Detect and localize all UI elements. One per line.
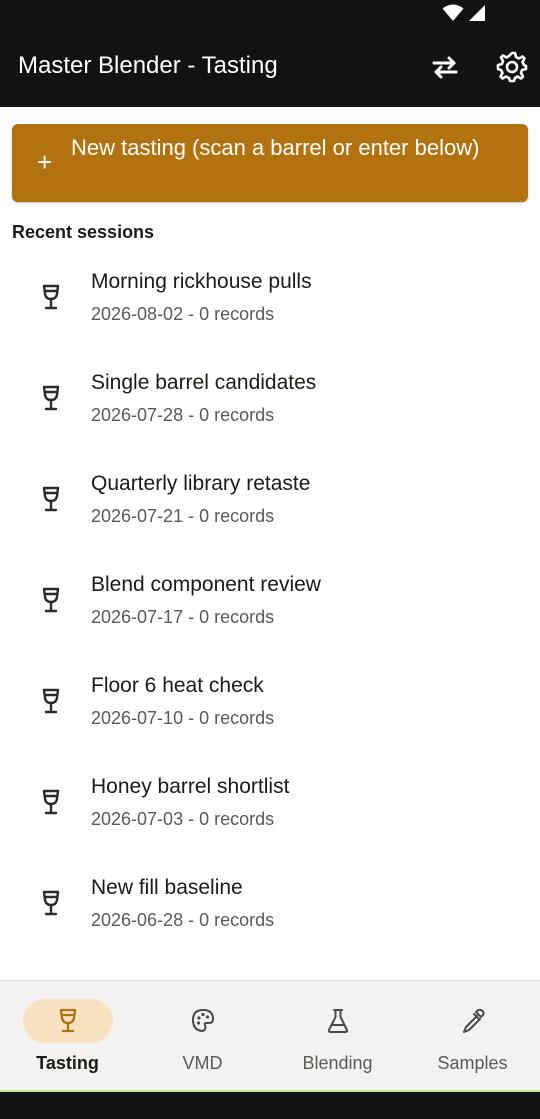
session-item[interactable]: New fill baseline 2026-06-28 - 0 records: [0, 856, 540, 957]
nav-icon-container: [293, 999, 383, 1043]
session-item[interactable]: Morning rickhouse pulls 2026-08-02 - 0 r…: [0, 250, 540, 351]
swap-horizontal-icon: [432, 56, 458, 79]
session-subtitle: 2026-08-02 - 0 records: [91, 304, 275, 324]
session-title: New fill baseline: [91, 876, 243, 899]
flask-icon: [327, 1009, 348, 1033]
session-item[interactable]: Floor 6 heat check 2026-07-10 - 0 record…: [0, 654, 540, 755]
session-title: Quarterly library retaste: [91, 472, 311, 495]
gear-icon: [496, 51, 528, 83]
signal-icon: [469, 5, 485, 21]
new-tasting-label: New tasting (scan a barrel or enter belo…: [71, 135, 480, 160]
nav-icon-container: [158, 999, 248, 1043]
status-bar: [0, 0, 540, 28]
session-subtitle: 2026-06-28 - 0 records: [91, 910, 275, 930]
session-title: Single barrel candidates: [91, 371, 317, 394]
new-tasting-button[interactable]: + New tasting (scan a barrel or enter be…: [12, 124, 528, 202]
plus-icon: +: [37, 147, 53, 177]
session-subtitle: 2026-07-17 - 0 records: [91, 607, 275, 627]
session-title: Morning rickhouse pulls: [91, 270, 312, 293]
wine-glass-icon: [42, 688, 60, 714]
wine-glass-icon: [42, 789, 60, 815]
session-item[interactable]: Blend component review 2026-07-17 - 0 re…: [0, 553, 540, 654]
nav-tasting[interactable]: Tasting: [0, 981, 135, 1091]
session-item[interactable]: [0, 957, 540, 980]
nav-label: VMD: [182, 1053, 223, 1073]
swap-button[interactable]: [428, 50, 462, 84]
nav-icon-container: [428, 999, 518, 1043]
eyedropper-icon: [462, 1008, 485, 1033]
sessions-list[interactable]: Morning rickhouse pulls 2026-08-02 - 0 r…: [0, 250, 540, 980]
app-bar: Master Blender - Tasting: [0, 28, 540, 107]
system-navigation-bar: [0, 1090, 540, 1119]
wine-glass-icon: [42, 587, 60, 613]
wifi-icon: [442, 4, 464, 21]
nav-blending[interactable]: Blending: [270, 981, 405, 1091]
nav-label: Tasting: [36, 1053, 99, 1073]
session-subtitle: 2026-07-28 - 0 records: [91, 405, 275, 425]
wine-glass-icon: [42, 890, 60, 916]
nav-label: Blending: [302, 1053, 373, 1073]
nav-vmd[interactable]: VMD: [135, 981, 270, 1091]
wine-glass-icon: [59, 1008, 76, 1033]
session-title: Honey barrel shortlist: [91, 775, 290, 798]
nav-samples[interactable]: Samples: [405, 981, 540, 1091]
palette-icon: [191, 1009, 214, 1032]
session-item[interactable]: Quarterly library retaste 2026-07-21 - 0…: [0, 452, 540, 553]
nav-label: Samples: [437, 1053, 508, 1073]
session-subtitle: 2026-07-21 - 0 records: [91, 506, 275, 526]
session-item[interactable]: Honey barrel shortlist 2026-07-03 - 0 re…: [0, 755, 540, 856]
wine-glass-icon: [42, 284, 60, 310]
settings-button[interactable]: [495, 50, 529, 84]
section-title: Recent sessions: [12, 222, 155, 242]
session-title: Floor 6 heat check: [91, 674, 264, 697]
session-item[interactable]: Single barrel candidates 2026-07-28 - 0 …: [0, 351, 540, 452]
nav-active-indicator: [22, 999, 113, 1043]
bottom-navigation: Tasting VMD Blending Samples: [0, 980, 540, 1091]
session-subtitle: 2026-07-10 - 0 records: [91, 708, 275, 728]
page-title: Master Blender - Tasting: [18, 52, 278, 79]
status-icons: [442, 4, 486, 22]
wine-glass-icon: [42, 385, 60, 411]
wine-glass-icon: [42, 486, 60, 512]
session-subtitle: 2026-07-03 - 0 records: [91, 809, 275, 829]
session-title: Blend component review: [91, 573, 321, 596]
